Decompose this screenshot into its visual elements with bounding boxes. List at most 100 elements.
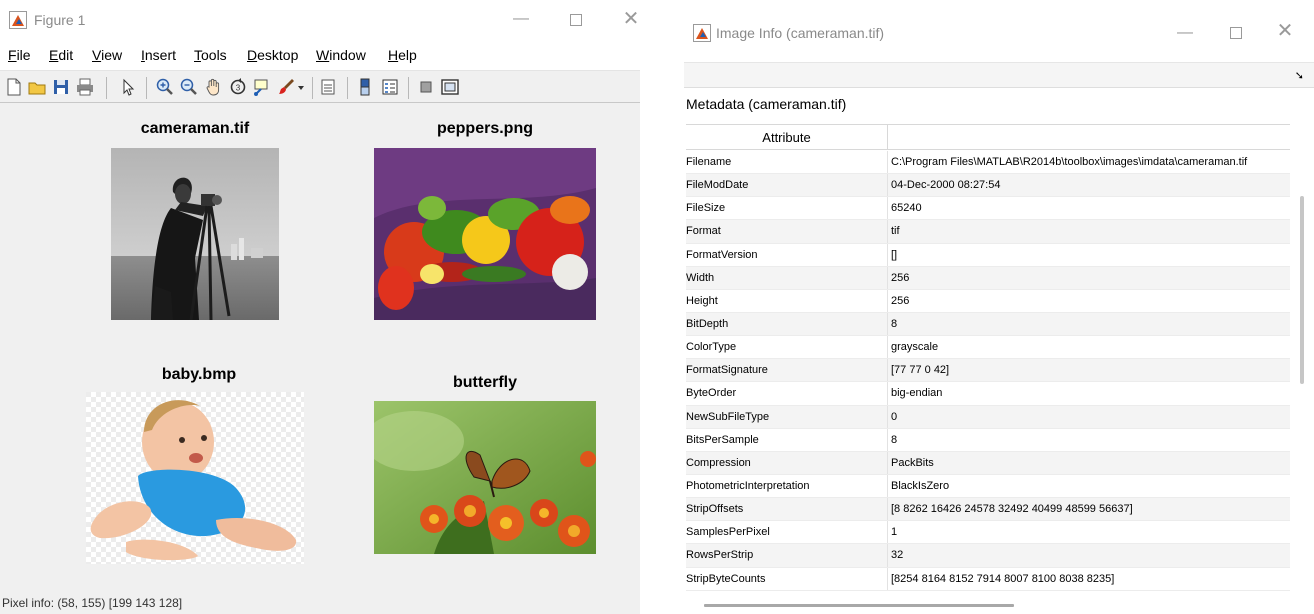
value-cell: 8 — [891, 433, 898, 446]
minimize-button[interactable]: — — [1170, 24, 1200, 42]
brush-dropdown-icon[interactable] — [296, 77, 306, 97]
value-cell: 1 — [891, 526, 898, 539]
open-file-icon[interactable] — [27, 77, 47, 97]
minimize-button[interactable]: — — [506, 10, 536, 28]
info-toolstrip: ➘ — [684, 62, 1314, 88]
attribute-cell: BitDepth — [686, 312, 888, 336]
link-plot-icon[interactable] — [319, 77, 339, 97]
peppers-photo — [374, 148, 596, 320]
menu-window[interactable]: Window — [316, 47, 366, 63]
table-row[interactable]: RowsPerStrip 32 — [686, 544, 1290, 568]
table-row[interactable]: PhotometricInterpretation BlackIsZero — [686, 474, 1290, 499]
close-button[interactable]: ✕ — [1270, 21, 1300, 41]
value-cell: 32 — [891, 549, 904, 562]
dock-arrow-icon[interactable]: ➘ — [1295, 69, 1304, 82]
rotate-3d-icon[interactable]: 3 — [228, 77, 248, 97]
table-row[interactable]: Format tif — [686, 220, 1290, 244]
menu-view[interactable]: View — [92, 47, 122, 63]
metadata-table-header: Attribute — [686, 125, 1290, 150]
attribute-cell: ByteOrder — [686, 382, 888, 405]
table-row[interactable]: FormatVersion[] — [686, 243, 1290, 267]
table-row[interactable]: FormatSignature [77 77 0 42] — [686, 359, 1290, 383]
value-cell: 0 — [891, 410, 898, 423]
peppers-image[interactable] — [374, 148, 596, 320]
info-window-title: Image Info (cameraman.tif) — [716, 25, 885, 41]
table-row[interactable]: StripOffsets [8 8262 16426 24578 32492 40… — [686, 498, 1290, 522]
table-row[interactable]: FileModDate 04-Dec-2000 08:27:54 — [686, 174, 1290, 198]
insert-legend-icon[interactable] — [380, 77, 400, 97]
attribute-cell: BitsPerSample — [686, 428, 888, 451]
horizontal-scrollbar-thumb[interactable] — [704, 604, 1014, 607]
table-row[interactable]: NewSubFileType 0 — [686, 405, 1290, 429]
attribute-cell: Compression — [686, 451, 888, 474]
table-row[interactable]: StripByteCounts [8254 8164 8152 7914 8007… — [686, 567, 1290, 591]
toolbar-separator — [312, 77, 313, 99]
menu-help[interactable]: Help — [388, 47, 417, 63]
figure-titlebar[interactable]: Figure 1 — ✕ — [0, 0, 640, 40]
zoom-out-icon[interactable] — [179, 77, 199, 97]
table-row[interactable]: ByteOrder big-endian — [686, 382, 1290, 406]
table-row[interactable]: ColorType grayscale — [686, 336, 1290, 360]
value-cell: 256 — [891, 271, 910, 284]
vertical-scrollbar-thumb[interactable] — [1300, 196, 1304, 384]
value-cell: C:\Program Files\MATLAB\R2014b\toolbox\i… — [891, 156, 1248, 168]
image-title-peppers: peppers.png — [436, 120, 533, 137]
attribute-cell: PhotometricInterpretation — [686, 474, 888, 498]
insert-colorbar-icon[interactable] — [355, 77, 375, 97]
close-button[interactable]: ✕ — [616, 9, 640, 29]
zoom-in-icon[interactable] — [155, 77, 175, 97]
attribute-cell: StripOffsets — [686, 498, 888, 521]
hide-plot-tools-icon[interactable] — [416, 77, 436, 97]
column-header-attribute[interactable]: Attribute — [686, 125, 888, 150]
table-row[interactable]: Filename C:\Program Files\MATLAB\R2014b\t… — [686, 151, 1290, 175]
print-icon[interactable] — [75, 77, 95, 97]
table-row[interactable]: Width 256 — [686, 266, 1290, 290]
data-cursor-icon[interactable] — [252, 77, 272, 97]
table-row[interactable]: Compression PackBits — [686, 451, 1290, 475]
attribute-cell: Format — [686, 220, 888, 243]
edit-plot-arrow-icon[interactable] — [118, 77, 138, 97]
pan-hand-icon[interactable] — [203, 77, 223, 97]
image-title-butterfly: butterfly — [453, 374, 517, 391]
metadata-header: Metadata (cameraman.tif) — [686, 96, 847, 112]
menu-insert[interactable]: Insert — [141, 47, 176, 63]
show-plot-tools-icon[interactable] — [440, 77, 460, 97]
attribute-cell: FormatSignature — [686, 359, 888, 382]
save-icon[interactable] — [51, 77, 71, 97]
table-row[interactable]: BitDepth 8 — [686, 312, 1290, 337]
table-row[interactable]: BitsPerSample 8 — [686, 428, 1290, 452]
menu-tools[interactable]: Tools — [194, 47, 227, 63]
matlab-logo-icon — [693, 24, 711, 42]
value-cell: [77 77 0 42] — [891, 364, 950, 377]
value-cell: 65240 — [891, 202, 922, 215]
maximize-button[interactable] — [1230, 27, 1242, 39]
figure-window-title: Figure 1 — [34, 12, 86, 28]
baby-image[interactable] — [86, 392, 304, 564]
attribute-cell: Width — [686, 266, 888, 289]
metadata-rows: Filename C:\Program Files\MATLAB\R2014b\t… — [686, 151, 1290, 591]
value-cell: tif — [891, 225, 900, 238]
info-titlebar[interactable]: Image Info (cameraman.tif) — ✕ — [684, 0, 1314, 62]
figure-window: Figure 1 — ✕ File Edit View Insert Tools… — [0, 0, 640, 614]
svg-text:3: 3 — [236, 84, 241, 93]
table-row[interactable]: Height 256 — [686, 289, 1290, 313]
menu-desktop[interactable]: Desktop — [247, 47, 298, 63]
attribute-cell: ColorType — [686, 336, 888, 359]
column-header-value[interactable] — [889, 125, 1290, 150]
menu-file[interactable]: File — [8, 47, 31, 63]
butterfly-image[interactable] — [374, 401, 596, 554]
menu-edit[interactable]: Edit — [49, 47, 73, 63]
table-row[interactable]: FileSize 65240 — [686, 197, 1290, 221]
image-title-baby: baby.bmp — [161, 366, 237, 383]
attribute-cell: SamplesPerPixel — [686, 521, 888, 544]
attribute-cell: RowsPerStrip — [686, 544, 888, 567]
value-cell: PackBits — [891, 456, 934, 469]
attribute-cell: StripByteCounts — [686, 567, 888, 590]
new-figure-icon[interactable] — [4, 77, 24, 97]
toolbar-separator — [106, 77, 107, 99]
table-row[interactable]: SamplesPerPixel 1 — [686, 521, 1290, 545]
cameraman-image[interactable] — [111, 148, 279, 320]
maximize-button[interactable] — [570, 14, 582, 26]
brush-icon[interactable] — [276, 77, 296, 97]
metadata-table: Attribute Filename C:\Program Files\MATLA… — [686, 124, 1290, 602]
